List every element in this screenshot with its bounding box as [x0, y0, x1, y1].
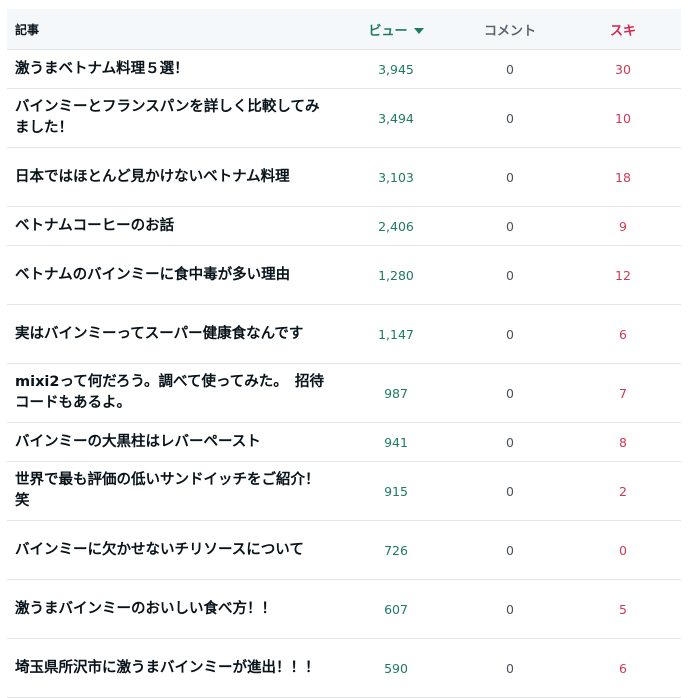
article-title-link[interactable]: 実はバインミーってスーパー健康食なんです — [7, 324, 337, 345]
comment-count: 0 — [506, 218, 514, 234]
table-row[interactable]: 日本ではほとんど見かけないベトナム料理 3,103 0 18 — [7, 148, 681, 207]
view-count: 3,494 — [378, 110, 414, 126]
column-header-likes[interactable]: スキ — [565, 20, 681, 39]
comment-count: 0 — [506, 326, 514, 342]
table-row[interactable]: ベトナムコーヒーのお話 2,406 0 9 — [7, 207, 681, 246]
view-count: 2,406 — [378, 218, 414, 234]
view-count: 3,103 — [378, 169, 414, 185]
article-title-link[interactable]: ベトナムのバインミーに食中毒が多い理由 — [7, 265, 337, 286]
view-count: 607 — [384, 601, 408, 617]
comment-count: 0 — [506, 660, 514, 676]
like-count: 8 — [619, 434, 627, 450]
table-header: 記事 ビュー コメント スキ — [7, 9, 681, 50]
table-row[interactable]: ベトナムのバインミーに食中毒が多い理由 1,280 0 12 — [7, 246, 681, 305]
column-header-comments[interactable]: コメント — [455, 20, 565, 39]
like-count: 6 — [619, 660, 627, 676]
table-row[interactable]: 埼玉県所沢市に激うまバインミーが進出！！！ 590 0 6 — [7, 639, 681, 698]
like-count: 30 — [615, 61, 631, 77]
comment-count: 0 — [506, 110, 514, 126]
table-row[interactable]: 世界で最も評価の低いサンドイッチをご紹介！笑 915 0 2 — [7, 462, 681, 521]
comment-count: 0 — [506, 542, 514, 558]
like-count: 18 — [615, 169, 631, 185]
comment-count: 0 — [506, 483, 514, 499]
table-row[interactable]: mixi2って何だろう。調べて使ってみた。 招待コードもあるよ。 987 0 7 — [7, 364, 681, 423]
comment-count: 0 — [506, 434, 514, 450]
comment-count: 0 — [506, 385, 514, 401]
article-title-link[interactable]: 激うまバインミーのおいしい食べ方！！ — [7, 599, 337, 620]
like-count: 10 — [615, 110, 631, 126]
view-count: 987 — [384, 385, 408, 401]
table-row[interactable]: バインミーの大黒柱はレバーペースト 941 0 8 — [7, 423, 681, 462]
table-row[interactable]: バインミーに欠かせないチリソースについて 726 0 0 — [7, 521, 681, 580]
article-title-link[interactable]: バインミーとフランスパンを詳しく比較してみました！ — [7, 97, 337, 139]
article-title-link[interactable]: バインミーの大黒柱はレバーペースト — [7, 432, 337, 453]
like-count: 2 — [619, 483, 627, 499]
view-count: 915 — [384, 483, 408, 499]
article-title-link[interactable]: 激うまベトナム料理５選！ — [7, 59, 337, 80]
table-row[interactable]: 実はバインミーってスーパー健康食なんです 1,147 0 6 — [7, 305, 681, 364]
view-count: 1,147 — [378, 326, 414, 342]
like-count: 6 — [619, 326, 627, 342]
table-row[interactable]: バインミーとフランスパンを詳しく比較してみました！ 3,494 0 10 — [7, 89, 681, 148]
view-count: 1,280 — [378, 267, 414, 283]
sort-descending-icon — [413, 28, 424, 34]
column-header-views-label: ビュー — [368, 23, 408, 39]
stats-table: 記事 ビュー コメント スキ 激うまベトナム料理５選！ 3,945 0 30 バ… — [7, 9, 681, 698]
article-title-link[interactable]: バインミーに欠かせないチリソースについて — [7, 540, 337, 561]
article-title-link[interactable]: 世界で最も評価の低いサンドイッチをご紹介！笑 — [7, 470, 337, 512]
view-count: 590 — [384, 660, 408, 676]
like-count: 12 — [615, 267, 631, 283]
column-header-views[interactable]: ビュー — [337, 20, 455, 39]
article-title-link[interactable]: 埼玉県所沢市に激うまバインミーが進出！！！ — [7, 658, 337, 679]
comment-count: 0 — [506, 169, 514, 185]
article-title-link[interactable]: 日本ではほとんど見かけないベトナム料理 — [7, 167, 337, 188]
like-count: 7 — [619, 385, 627, 401]
like-count: 0 — [619, 542, 627, 558]
view-count: 3,945 — [378, 61, 414, 77]
comment-count: 0 — [506, 267, 514, 283]
table-row[interactable]: 激うまバインミーのおいしい食べ方！！ 607 0 5 — [7, 580, 681, 639]
article-title-link[interactable]: mixi2って何だろう。調べて使ってみた。 招待コードもあるよ。 — [7, 372, 337, 414]
comment-count: 0 — [506, 601, 514, 617]
column-header-article: 記事 — [15, 22, 40, 37]
article-title-link[interactable]: ベトナムコーヒーのお話 — [7, 216, 337, 237]
view-count: 726 — [384, 542, 408, 558]
table-row[interactable]: 激うまベトナム料理５選！ 3,945 0 30 — [7, 50, 681, 89]
like-count: 5 — [619, 601, 627, 617]
comment-count: 0 — [506, 61, 514, 77]
view-count: 941 — [384, 434, 408, 450]
like-count: 9 — [619, 218, 627, 234]
